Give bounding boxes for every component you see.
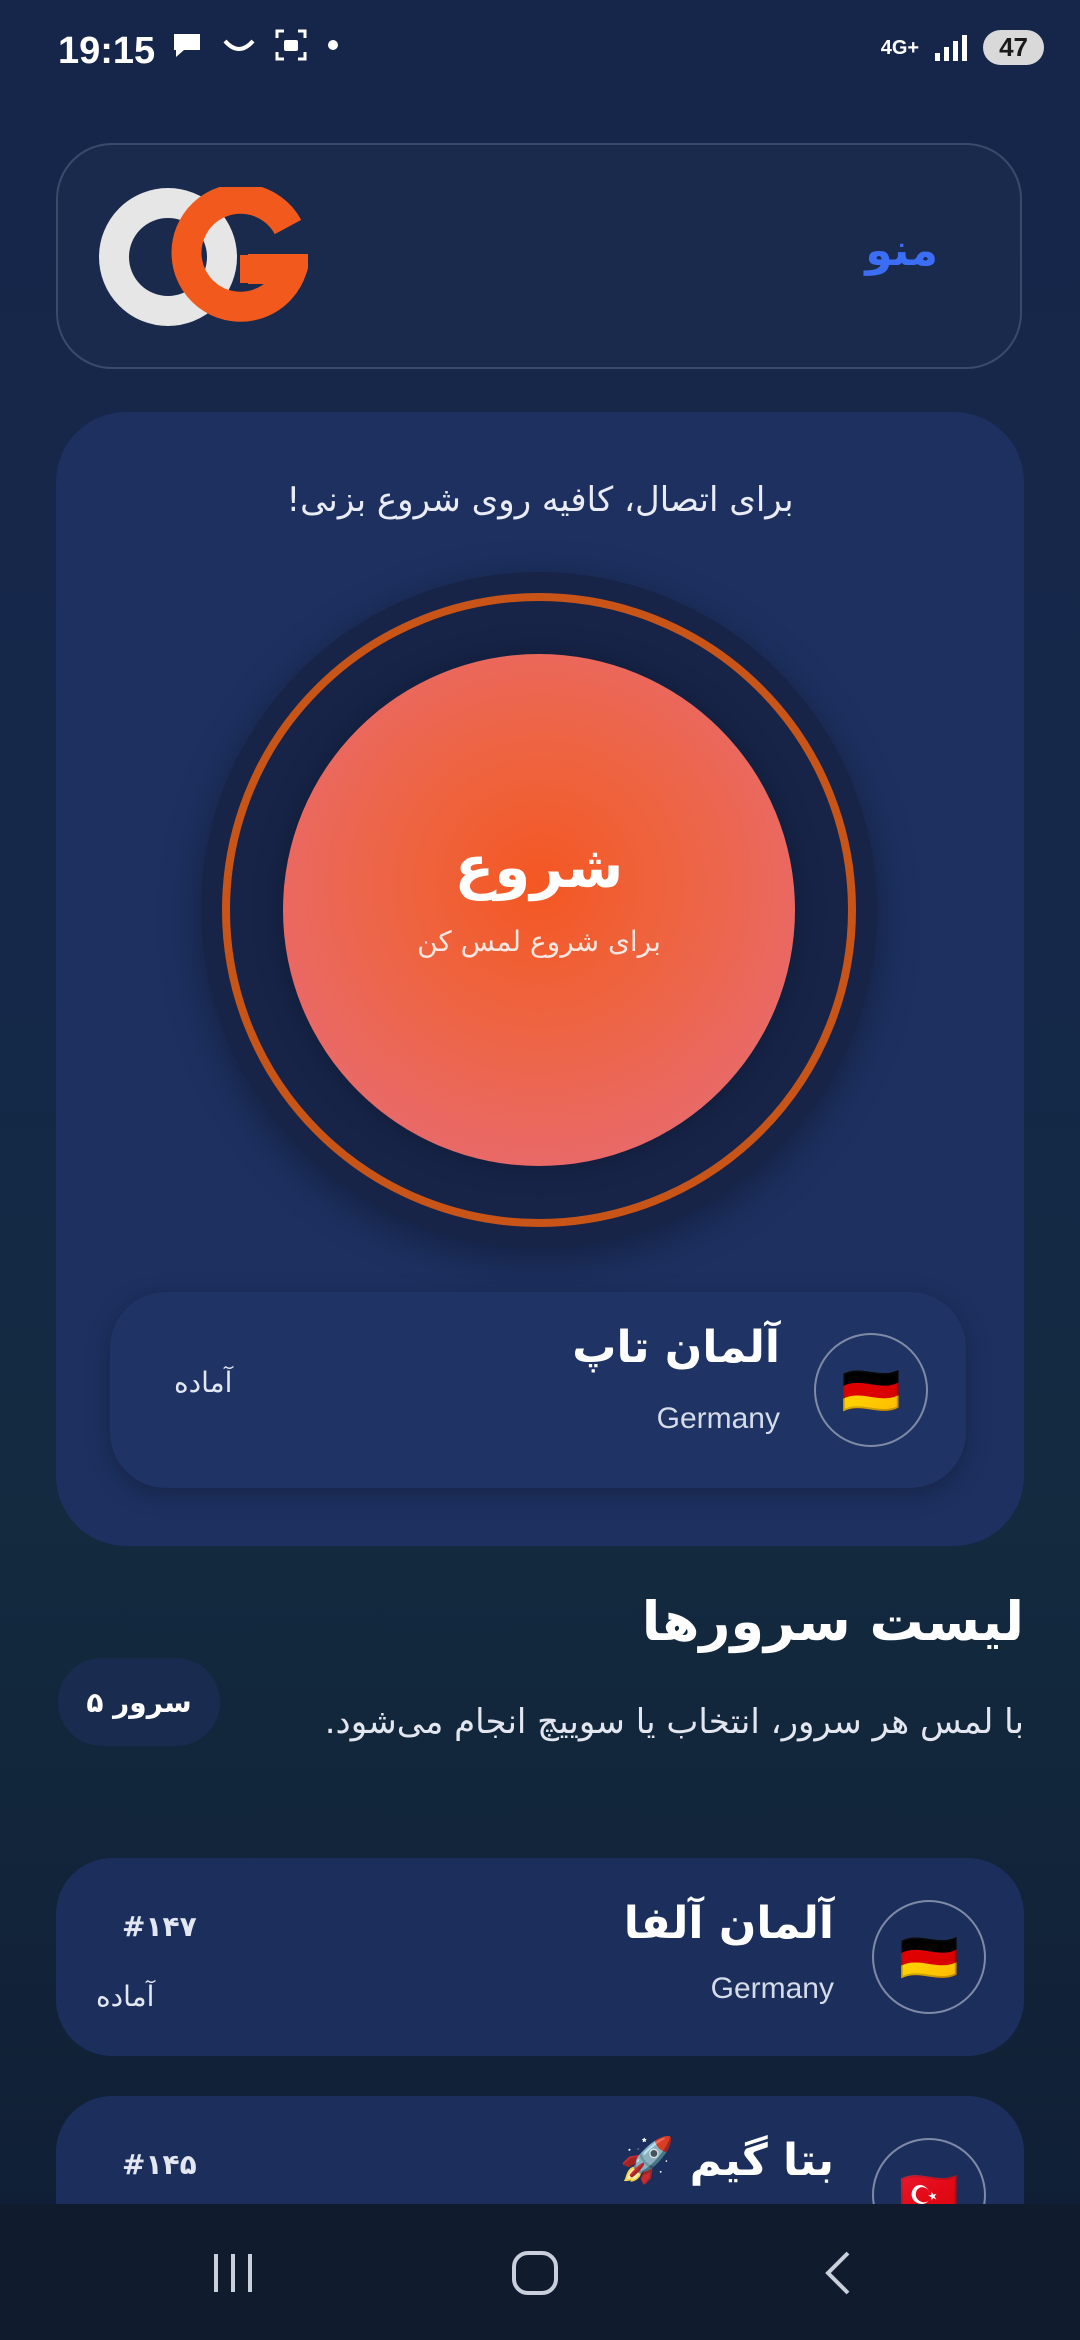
status-time: 19:15 — [58, 30, 156, 72]
dot-icon — [328, 40, 338, 50]
selected-server-country: Germany — [656, 1402, 780, 1435]
server-id: #۱۴۵ — [122, 2148, 197, 2181]
server-count-badge: ۵ سرور — [58, 1658, 220, 1746]
selected-server-status: آماده — [174, 1366, 233, 1399]
start-subtitle: برای شروع لمس کن — [417, 924, 661, 958]
connect-hint: برای اتصال، کافیه روی شروع بزنی! — [286, 480, 794, 520]
battery-indicator: 47 — [983, 30, 1044, 65]
server-name: بتا گیم 🚀 — [619, 2135, 834, 2186]
server-list-description: با لمس هر سرور، انتخاب یا سوییچ انجام می… — [324, 1702, 1024, 1742]
header-bar: منو — [56, 143, 1022, 369]
server-status: آماده — [96, 1980, 155, 2013]
start-title: شروع — [454, 832, 624, 901]
server-list-item[interactable]: 🇩🇪 آلمان آلفا Germany #۱۴۷ آماده — [56, 1858, 1024, 2056]
flag-germany-icon: 🇩🇪 — [872, 1900, 986, 2014]
smile-icon — [223, 39, 255, 51]
recents-icon[interactable] — [210, 2250, 256, 2296]
selected-server-name: آلمان تاپ — [572, 1322, 780, 1373]
menu-button[interactable]: منو — [865, 225, 938, 276]
system-navigation-bar — [0, 2204, 1080, 2340]
home-icon[interactable] — [510, 2250, 560, 2296]
server-name: آلمان آلفا — [623, 1898, 834, 1949]
start-button[interactable]: شروع برای شروع لمس کن — [283, 654, 795, 1166]
og-logo — [98, 183, 313, 331]
status-system-icons: 4G+ 47 — [881, 30, 1044, 65]
status-notification-icons — [170, 28, 340, 62]
server-country: Germany — [710, 1972, 834, 2005]
server-list-title: لیست سرورها — [641, 1590, 1024, 1653]
screenshot-icon — [275, 29, 307, 61]
server-id: #۱۴۷ — [122, 1910, 197, 1943]
network-type: 4G+ — [880, 36, 920, 59]
selected-server-card[interactable]: 🇩🇪 آلمان تاپ Germany آماده — [110, 1292, 966, 1488]
signal-icon — [935, 34, 968, 61]
connect-panel: برای اتصال، کافیه روی شروع بزنی! شروع بر… — [56, 412, 1024, 1546]
back-icon[interactable] — [818, 2250, 858, 2296]
chat-icon — [174, 34, 200, 57]
flag-germany-icon: 🇩🇪 — [814, 1333, 928, 1447]
